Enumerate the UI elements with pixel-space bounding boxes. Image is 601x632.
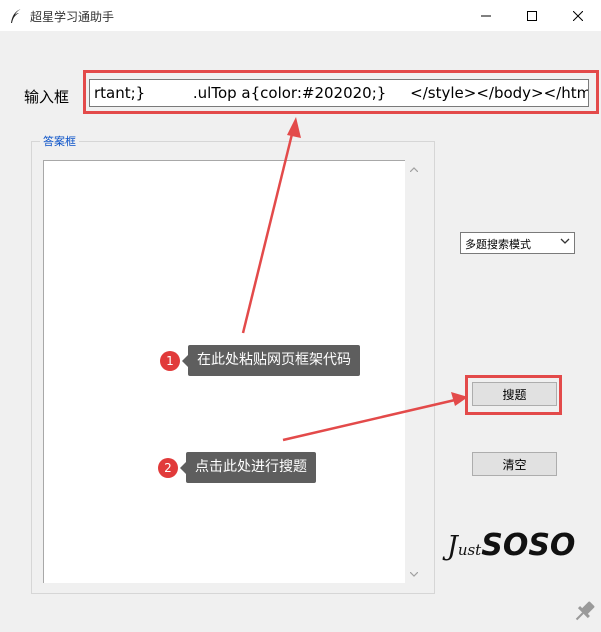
maximize-icon	[527, 10, 537, 21]
answer-scrollbar[interactable]	[405, 160, 423, 583]
title-bar: 超星学习通助手	[0, 0, 601, 31]
chevron-down-icon	[560, 238, 570, 244]
search-mode-select[interactable]: 多题搜索模式	[460, 232, 575, 254]
justsoso-logo: JustSOSO	[447, 528, 576, 563]
step-badge: 2	[158, 457, 178, 478]
code-input-field[interactable]: rtant;} .ulTop a{color:#202020;} </style…	[89, 79, 589, 107]
input-label: 输入框	[24, 88, 70, 106]
annotation-step-2: 2 点击此处进行搜题	[158, 452, 316, 483]
search-mode-value: 多题搜索模式	[465, 238, 531, 251]
minimize-icon	[481, 15, 491, 16]
annotation-step-1: 1 在此处粘贴网页框架代码	[160, 345, 360, 376]
step-tooltip: 点击此处进行搜题	[180, 452, 316, 483]
search-button[interactable]: 搜题	[472, 382, 557, 406]
clear-button[interactable]: 清空	[472, 452, 557, 476]
feather-icon	[11, 9, 21, 23]
step-tooltip: 在此处粘贴网页框架代码	[182, 345, 360, 376]
close-icon	[573, 10, 583, 21]
chevron-down-icon	[410, 571, 418, 577]
window-title: 超星学习通助手	[30, 10, 115, 24]
answer-group-label: 答案框	[40, 133, 79, 149]
step-badge: 1	[160, 350, 180, 371]
chevron-up-icon	[410, 166, 418, 172]
scroll-down-button[interactable]	[405, 565, 423, 583]
scroll-up-button[interactable]	[405, 160, 423, 178]
minimize-button[interactable]	[463, 0, 509, 31]
pin-icon[interactable]	[572, 598, 598, 624]
maximize-button[interactable]	[509, 0, 555, 31]
close-button[interactable]	[555, 0, 601, 31]
